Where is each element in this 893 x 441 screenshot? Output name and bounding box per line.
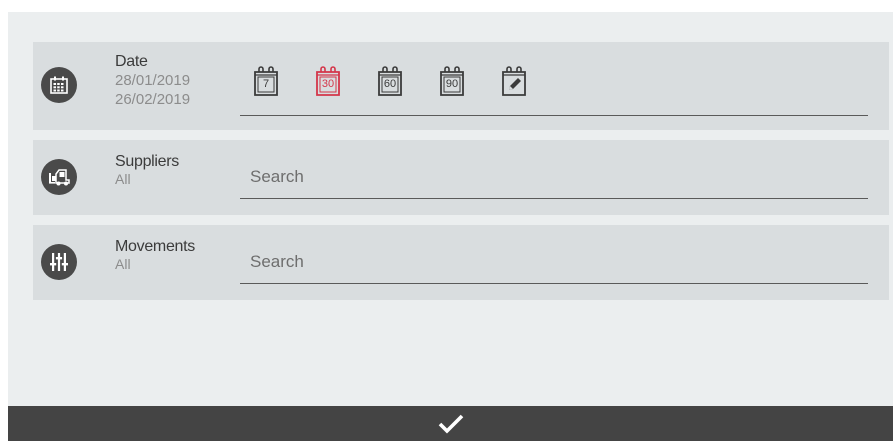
date-filter-row[interactable]: Date 28/01/2019 26/02/2019 7 30 60 90 xyxy=(33,42,889,130)
date-preset-field: 7 30 60 90 xyxy=(240,42,868,116)
movements-filter-row[interactable]: Movements All xyxy=(33,225,889,300)
date-from: 28/01/2019 xyxy=(115,72,191,89)
suppliers-title: Suppliers xyxy=(115,153,180,170)
preset-7-days-button[interactable]: 7 xyxy=(252,66,280,96)
movements-search-field xyxy=(240,239,868,284)
movements-search-input[interactable] xyxy=(250,250,850,274)
suppliers-search-field xyxy=(240,154,868,199)
date-presets: 7 30 60 90 xyxy=(252,66,528,96)
suppliers-value: All xyxy=(115,171,131,187)
movements-label-block: Movements All xyxy=(115,238,195,272)
custom-range-button[interactable] xyxy=(500,66,528,96)
date-title: Date xyxy=(115,53,148,70)
preset-30-label: 30 xyxy=(321,78,335,90)
preset-7-label: 7 xyxy=(262,78,270,90)
suppliers-filter-row[interactable]: Suppliers All xyxy=(33,140,889,215)
suppliers-search-input[interactable] xyxy=(250,165,850,189)
apply-button[interactable] xyxy=(8,406,893,441)
date-to: 26/02/2019 xyxy=(115,91,191,108)
movements-value: All xyxy=(115,256,131,272)
movements-title: Movements xyxy=(115,238,195,255)
sliders-icon xyxy=(41,244,77,280)
preset-90-days-button[interactable]: 90 xyxy=(438,66,466,96)
calendar-edit-icon xyxy=(502,66,526,96)
preset-60-label: 60 xyxy=(383,78,397,90)
preset-30-days-button[interactable]: 30 xyxy=(314,66,342,96)
preset-90-label: 90 xyxy=(445,78,459,90)
checkmark-icon xyxy=(438,414,463,434)
date-label-block: Date 28/01/2019 26/02/2019 xyxy=(115,53,190,109)
filter-panel: Date 28/01/2019 26/02/2019 7 30 60 90 Su… xyxy=(8,12,893,407)
suppliers-label-block: Suppliers All xyxy=(115,153,179,187)
calendar-grid-icon xyxy=(41,67,77,103)
preset-60-days-button[interactable]: 60 xyxy=(376,66,404,96)
forklift-icon xyxy=(41,159,77,195)
